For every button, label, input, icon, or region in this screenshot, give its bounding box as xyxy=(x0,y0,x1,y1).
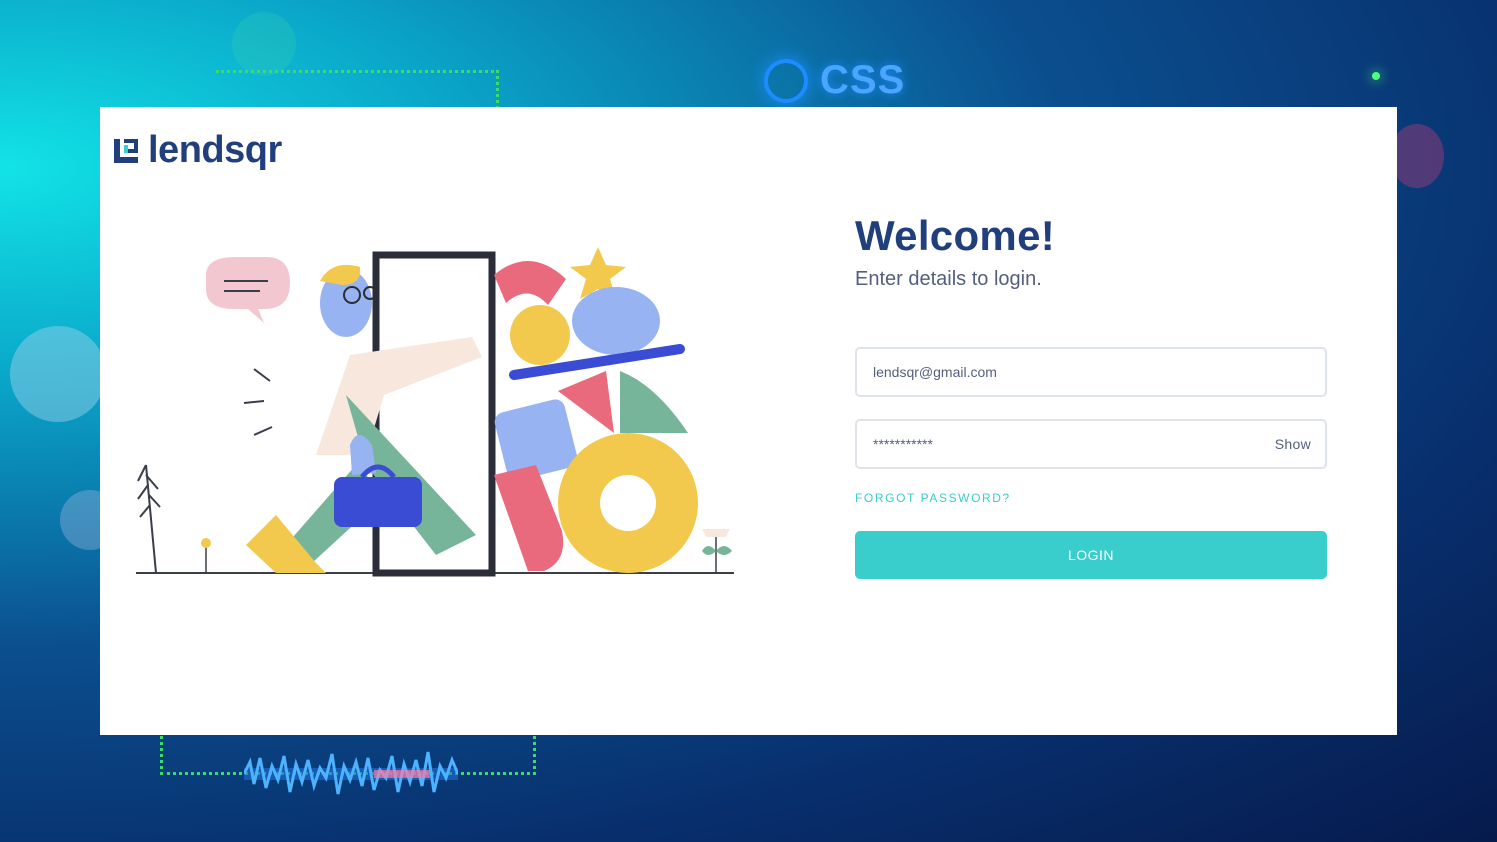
password-field[interactable] xyxy=(857,421,1325,467)
login-subtitle: Enter details to login. xyxy=(855,268,1042,290)
css-badge-icon xyxy=(764,58,808,103)
welcome-title: Welcome! xyxy=(855,212,1056,259)
login-button[interactable]: LOGIN xyxy=(855,531,1327,579)
background-bokeh xyxy=(232,12,296,76)
background-dotted-line xyxy=(216,70,499,109)
background-bokeh xyxy=(1372,72,1380,80)
email-field-wrapper xyxy=(855,347,1327,397)
show-password-toggle[interactable]: Show xyxy=(1275,436,1311,452)
brand-name: lendsqr xyxy=(148,129,282,171)
email-field[interactable] xyxy=(857,349,1325,395)
password-field-wrapper: Show xyxy=(855,419,1327,469)
background-bokeh xyxy=(10,326,106,422)
login-card: lendsqr Welcome! Enter details to login.… xyxy=(100,107,1397,735)
lendsqr-logo-icon xyxy=(114,138,138,163)
brand-logo: lendsqr xyxy=(112,129,282,172)
forgot-password-link[interactable]: FORGOT PASSWORD? xyxy=(855,491,1011,505)
login-form: Welcome! Enter details to login. Show FO… xyxy=(855,212,1327,579)
background-bokeh xyxy=(1390,124,1444,188)
css-badge: CSS xyxy=(764,58,905,103)
css-badge-text: CSS xyxy=(820,58,906,102)
onboarding-illustration xyxy=(136,247,734,577)
background-waveform xyxy=(244,751,458,795)
